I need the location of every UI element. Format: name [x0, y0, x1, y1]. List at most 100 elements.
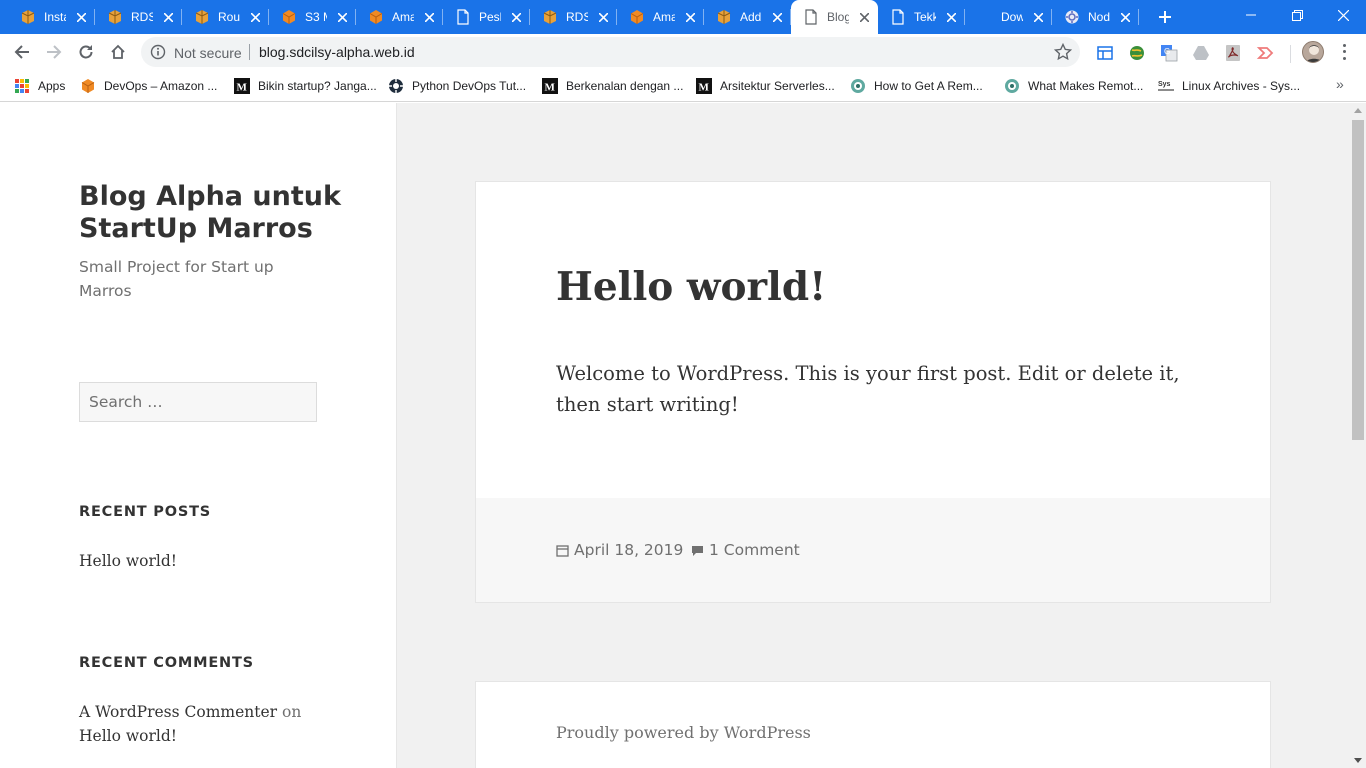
address-bar[interactable]: Not secure blog.sdcilsy-alpha.web.id [141, 37, 1080, 67]
browser-tab[interactable]: Insta [8, 0, 95, 34]
post-body: Welcome to WordPress. This is your first… [556, 362, 1180, 416]
bookmark-item[interactable]: Apps [14, 76, 65, 96]
web-page: Blog Alpha untuk StartUp Marros Small Pr… [0, 103, 1350, 768]
gear-icon [1064, 9, 1080, 25]
bookmark-item[interactable]: M Berkenalan dengan ... [542, 76, 683, 96]
tab-separator [1138, 9, 1139, 25]
tab-close-icon[interactable] [856, 9, 872, 25]
comment-bubble-icon [692, 545, 703, 556]
bookmark-star-icon[interactable] [1054, 43, 1072, 61]
bookmark-item[interactable]: Sys Linux Archives - Sys... [1158, 76, 1300, 96]
bookmark-item[interactable]: M Bikin startup? Janga... [234, 76, 377, 96]
arrow-right-icon [47, 45, 62, 59]
new-tab-button[interactable] [1153, 5, 1177, 29]
browser-tab[interactable]: Add [704, 0, 791, 34]
post-comments-text[interactable]: 1 Comment [709, 541, 800, 559]
comment-post-link[interactable]: Hello world! [79, 727, 177, 745]
scroll-up-arrow-icon[interactable] [1354, 108, 1362, 113]
browser-tab[interactable]: Ama [356, 0, 443, 34]
tab-close-icon[interactable] [682, 9, 698, 25]
bookmark-item[interactable]: M Arsitektur Serverles... [696, 76, 835, 96]
restore-icon [1291, 9, 1303, 21]
tab-close-icon[interactable] [1030, 9, 1046, 25]
browser-tab[interactable]: Pesh [443, 0, 530, 34]
page-icon [890, 9, 906, 25]
plus-icon [1159, 11, 1171, 23]
tab-close-icon[interactable] [247, 9, 263, 25]
tab-title: Nod [1088, 10, 1110, 24]
tab-title: Tekk [914, 10, 936, 24]
recent-posts-title: RECENT POSTS [79, 504, 212, 520]
browser-tab[interactable]: Blog [791, 0, 878, 34]
tab-close-icon[interactable] [334, 9, 350, 25]
extension-drive-icon[interactable] [1192, 44, 1210, 62]
tab-close-icon[interactable] [595, 9, 611, 25]
bookmark-label: Berkenalan dengan ... [566, 79, 684, 93]
scroll-down-arrow-icon[interactable] [1354, 758, 1362, 763]
extension-pdf-icon[interactable] [1224, 44, 1242, 62]
extension-globe-icon[interactable] [1128, 44, 1146, 62]
browser-tab[interactable]: Tekk [878, 0, 965, 34]
post-date[interactable]: April 18, 2019 [556, 541, 683, 559]
bookmark-item[interactable]: How to Get A Rem... [850, 76, 983, 96]
post-comments[interactable]: 1 Comment [691, 541, 800, 559]
close-window-button[interactable] [1320, 0, 1366, 30]
browser-tab[interactable]: S3 M [269, 0, 356, 34]
tab-title: RDS [566, 10, 588, 24]
tab-close-icon[interactable] [421, 9, 437, 25]
bookmark-label: Bikin startup? Janga... [258, 79, 377, 93]
post-footer: April 18, 2019 1 Comment [476, 498, 1270, 602]
browser-tab[interactable]: Rout [182, 0, 269, 34]
bookmark-item[interactable]: Python DevOps Tut... [388, 76, 526, 96]
post-date-text[interactable]: April 18, 2019 [574, 541, 683, 559]
extension-google-translate-icon[interactable]: G [1160, 44, 1178, 62]
bookmark-item[interactable]: What Makes Remot... [1004, 76, 1143, 96]
tab-close-icon[interactable] [943, 9, 959, 25]
tab-close-icon[interactable] [73, 9, 89, 25]
tab-title: Add [740, 10, 762, 24]
aws-cube-icon [80, 78, 96, 94]
blank-icon [977, 9, 993, 25]
profile-avatar[interactable] [1302, 41, 1324, 63]
tab-close-icon[interactable] [1117, 9, 1133, 25]
powered-by-link[interactable]: Proudly powered by WordPress [556, 723, 811, 742]
page-scrollbar[interactable] [1350, 103, 1366, 768]
bookmark-label: What Makes Remot... [1028, 79, 1144, 93]
bookmark-label: DevOps – Amazon ... [104, 79, 218, 93]
restore-button[interactable] [1274, 0, 1320, 30]
tab-close-icon[interactable] [508, 9, 524, 25]
tab-close-icon[interactable] [769, 9, 785, 25]
aws-box-icon [542, 9, 558, 25]
comment-author-link[interactable]: A WordPress Commenter [79, 703, 277, 721]
browser-tab[interactable]: Dow [965, 0, 1052, 34]
browser-tab[interactable]: Nod [1052, 0, 1139, 34]
browser-tab[interactable]: Ama [617, 0, 704, 34]
tab-close-icon[interactable] [160, 9, 176, 25]
tab-title: Ama [392, 10, 414, 24]
extension-cast-icon[interactable] [1256, 44, 1274, 62]
compass-icon [388, 78, 404, 94]
recent-post-link[interactable]: Hello world! [79, 549, 177, 573]
back-button[interactable] [10, 40, 34, 64]
bookmark-item[interactable]: DevOps – Amazon ... [80, 76, 217, 96]
extension-translate-page-icon[interactable] [1096, 44, 1114, 62]
reload-button[interactable] [74, 40, 98, 64]
scroll-thumb[interactable] [1352, 120, 1364, 440]
url-text[interactable]: blog.sdcilsy-alpha.web.id [259, 44, 415, 60]
chrome-menu-button[interactable] [1335, 42, 1353, 62]
svg-text:M: M [237, 82, 248, 94]
home-button[interactable] [106, 40, 130, 64]
aws-box-icon [107, 9, 123, 25]
browser-tab[interactable]: RDS [95, 0, 182, 34]
aws-cube-icon [281, 9, 297, 25]
browser-tab[interactable]: RDS [530, 0, 617, 34]
teal-circle-icon [1004, 78, 1020, 94]
info-icon[interactable] [150, 44, 166, 60]
tab-title: Rout [218, 10, 240, 24]
bookmarks-overflow-chevron-icon[interactable]: » [1336, 76, 1344, 92]
post-title[interactable]: Hello world! [556, 264, 826, 310]
forward-button[interactable] [42, 40, 66, 64]
site-title[interactable]: Blog Alpha untuk StartUp Marros [79, 181, 349, 245]
search-input[interactable]: Search … [79, 382, 317, 422]
minimize-button[interactable] [1228, 0, 1274, 30]
